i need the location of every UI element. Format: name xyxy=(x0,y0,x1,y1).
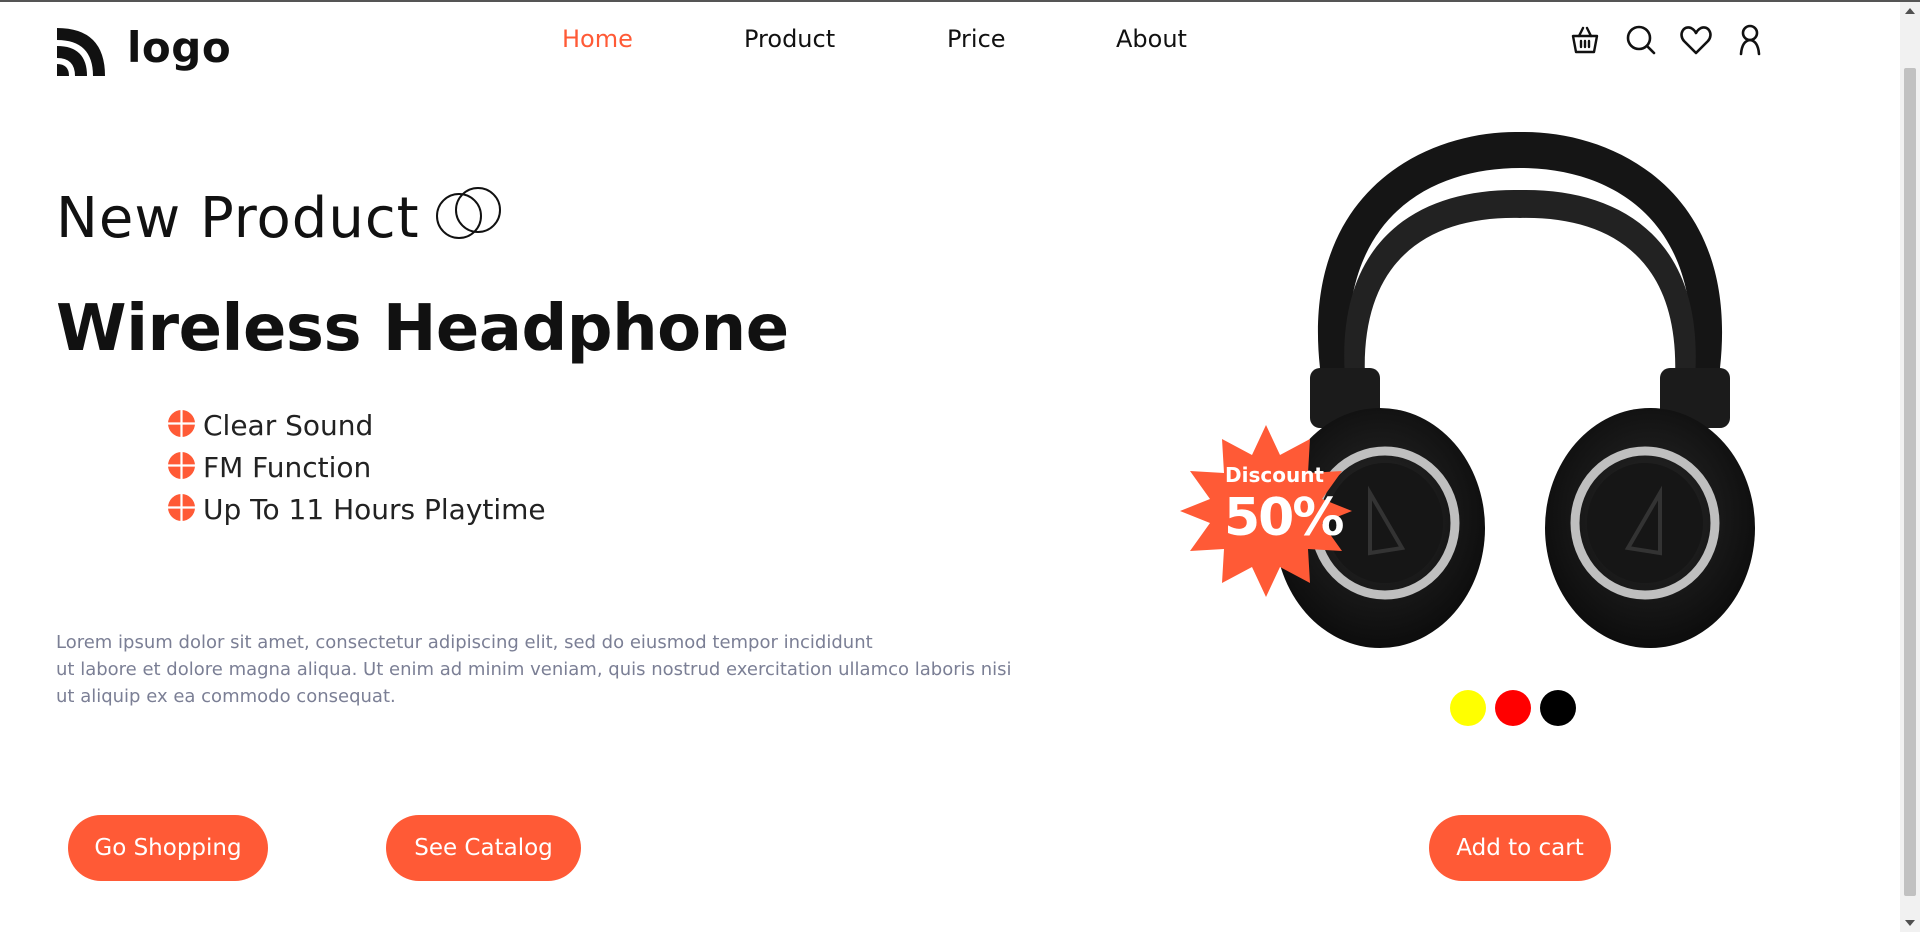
discount-label: Discount xyxy=(1225,463,1324,487)
plus-bullet-icon xyxy=(168,451,195,479)
logo-mark-icon xyxy=(57,28,105,76)
scrollbar-thumb[interactable] xyxy=(1904,68,1916,896)
color-swatch-yellow[interactable] xyxy=(1450,690,1486,726)
feature-item: Up To 11 Hours Playtime xyxy=(168,488,546,530)
feature-label: FM Function xyxy=(203,450,372,484)
discount-value: 50% xyxy=(1224,488,1344,548)
add-to-cart-button[interactable]: Add to cart xyxy=(1429,815,1611,881)
color-swatch-black[interactable] xyxy=(1540,690,1576,726)
go-shopping-button[interactable]: Go Shopping xyxy=(68,815,268,881)
feature-list: Clear Sound FM Function Up To 11 Hours P… xyxy=(168,404,546,530)
user-icon[interactable] xyxy=(1733,23,1767,57)
window-top-border xyxy=(0,0,1920,2)
nav-product[interactable]: Product xyxy=(744,25,835,53)
scroll-down-icon[interactable] xyxy=(1905,920,1915,926)
scroll-up-icon[interactable] xyxy=(1905,8,1915,14)
plus-bullet-icon xyxy=(168,493,195,521)
logo-text: logo xyxy=(127,22,232,72)
description-line: Lorem ipsum dolor sit amet, consectetur … xyxy=(56,632,873,653)
feature-item: FM Function xyxy=(168,446,546,488)
plus-bullet-icon xyxy=(168,409,195,437)
description-line: ut labore et dolore magna aliqua. Ut eni… xyxy=(56,659,1012,680)
brand-logo[interactable]: logo xyxy=(55,22,231,78)
hero-description: Lorem ipsum dolor sit amet, consectetur … xyxy=(56,629,1036,710)
heart-icon[interactable] xyxy=(1679,23,1713,57)
rings-icon xyxy=(436,187,501,239)
feature-item: Clear Sound xyxy=(168,404,546,446)
color-swatch-red[interactable] xyxy=(1495,690,1531,726)
see-catalog-button[interactable]: See Catalog xyxy=(386,815,581,881)
nav-about[interactable]: About xyxy=(1116,25,1187,53)
hero-title: Wireless Headphone xyxy=(56,292,789,366)
hero-subtitle: New Product xyxy=(56,186,420,251)
nav-home[interactable]: Home xyxy=(562,25,633,53)
nav-price[interactable]: Price xyxy=(947,25,1006,53)
search-icon[interactable] xyxy=(1624,23,1658,57)
basket-icon[interactable] xyxy=(1568,23,1602,57)
vertical-scrollbar[interactable] xyxy=(1900,2,1920,932)
feature-label: Up To 11 Hours Playtime xyxy=(203,492,546,526)
description-line: ut aliquip ex ea commodo consequat. xyxy=(56,686,396,707)
feature-label: Clear Sound xyxy=(203,408,374,442)
